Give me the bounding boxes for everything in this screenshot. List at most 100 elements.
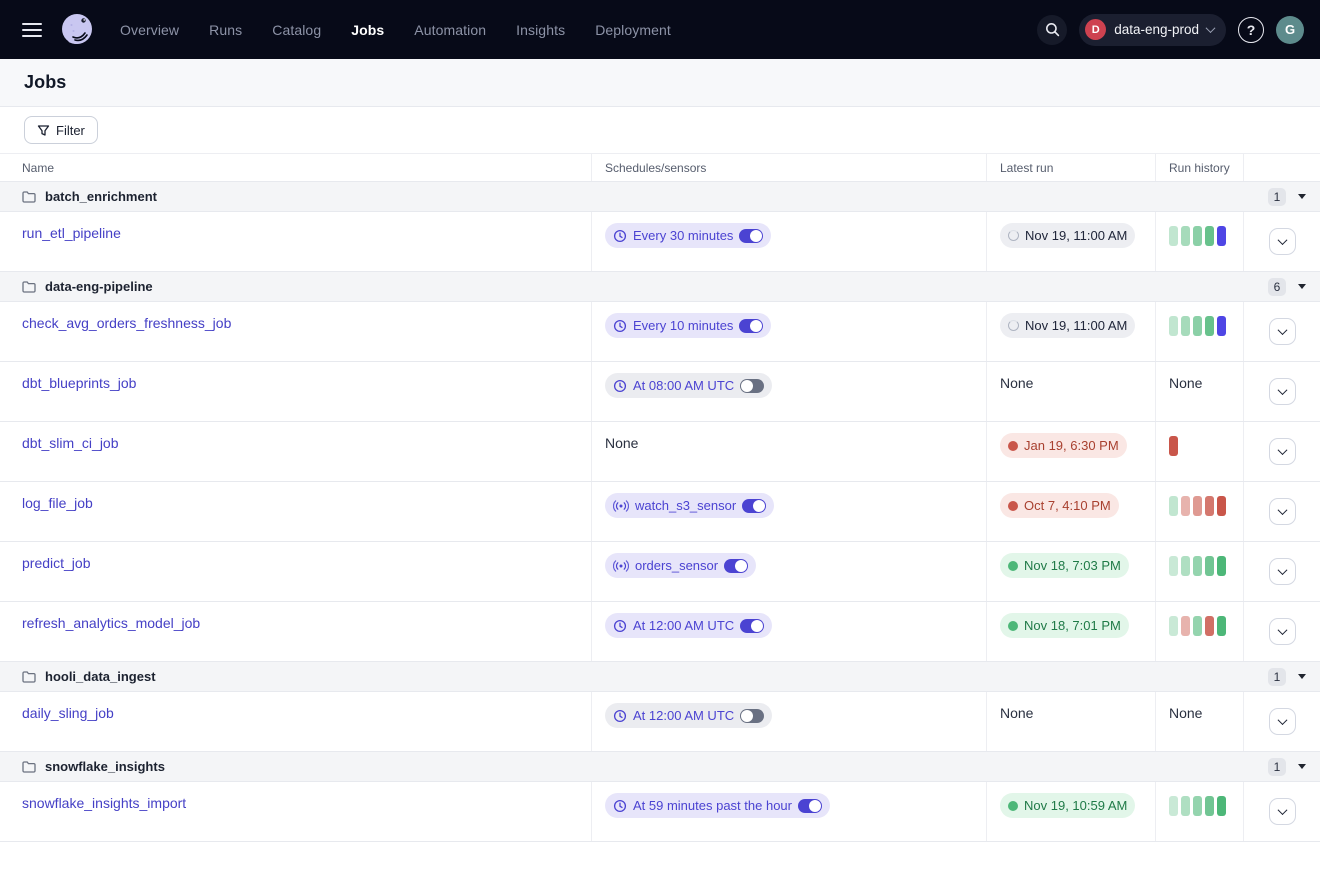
run-history-bar-success[interactable] — [1193, 316, 1202, 336]
run-history-bar-failure[interactable] — [1181, 616, 1190, 636]
menu-icon[interactable] — [22, 23, 42, 37]
run-history-bar-success[interactable] — [1169, 496, 1178, 516]
expand-row-button[interactable] — [1269, 438, 1296, 465]
deployment-switcher[interactable]: D data-eng-prod — [1079, 14, 1226, 46]
schedule-toggle[interactable] — [740, 619, 764, 633]
run-history-bar-success[interactable] — [1181, 316, 1190, 336]
schedule-toggle[interactable] — [740, 379, 764, 393]
deployment-initial-badge: D — [1085, 19, 1106, 40]
run-history-bar-success[interactable] — [1169, 556, 1178, 576]
filter-button[interactable]: Filter — [24, 116, 98, 144]
sensor-toggle[interactable] — [742, 499, 766, 513]
sensor-pill[interactable]: watch_s3_sensor — [605, 493, 774, 518]
expand-row-button[interactable] — [1269, 558, 1296, 585]
nav-item-overview[interactable]: Overview — [120, 22, 179, 38]
run-history-bar-success[interactable] — [1169, 616, 1178, 636]
run-history-bar-success[interactable] — [1169, 316, 1178, 336]
expand-row-button[interactable] — [1269, 798, 1296, 825]
sensor-icon — [613, 500, 629, 512]
nav-item-automation[interactable]: Automation — [414, 22, 486, 38]
job-link[interactable]: log_file_job — [22, 495, 93, 511]
group-collapse-caret-icon[interactable] — [1298, 674, 1306, 679]
schedule-pill[interactable]: Every 30 minutes — [605, 223, 771, 248]
expand-row-button[interactable] — [1269, 708, 1296, 735]
run-history-bar-success[interactable] — [1181, 556, 1190, 576]
run-history-bar-success[interactable] — [1217, 796, 1226, 816]
run-history-bar-success[interactable] — [1181, 226, 1190, 246]
latest-run-pill[interactable]: Nov 19, 11:00 AM — [1000, 313, 1135, 338]
schedule-pill[interactable]: At 12:00 AM UTC — [605, 613, 772, 638]
schedule-pill[interactable]: Every 10 minutes — [605, 313, 771, 338]
run-history-bar-failure[interactable] — [1193, 496, 1202, 516]
latest-run-pill[interactable]: Nov 18, 7:03 PM — [1000, 553, 1129, 578]
group-row-snowflake_insights[interactable]: snowflake_insights1 — [0, 752, 1320, 782]
run-history-bar-failure[interactable] — [1181, 496, 1190, 516]
expand-row-button[interactable] — [1269, 228, 1296, 255]
job-link[interactable]: dbt_blueprints_job — [22, 375, 136, 391]
expand-row-button[interactable] — [1269, 378, 1296, 405]
group-collapse-caret-icon[interactable] — [1298, 284, 1306, 289]
job-link[interactable]: daily_sling_job — [22, 705, 114, 721]
run-history-bar-success[interactable] — [1205, 226, 1214, 246]
job-link[interactable]: dbt_slim_ci_job — [22, 435, 119, 451]
search-button[interactable] — [1037, 15, 1067, 45]
group-collapse-caret-icon[interactable] — [1298, 764, 1306, 769]
run-history-bar-success[interactable] — [1181, 796, 1190, 816]
group-row-hooli_data_ingest[interactable]: hooli_data_ingest1 — [0, 662, 1320, 692]
schedule-toggle[interactable] — [739, 229, 763, 243]
sensor-pill[interactable]: orders_sensor — [605, 553, 756, 578]
schedules-cell: At 12:00 AM UTC — [591, 692, 986, 751]
run-history-bar-in_progress[interactable] — [1217, 226, 1226, 246]
schedule-pill[interactable]: At 59 minutes past the hour — [605, 793, 830, 818]
schedule-toggle[interactable] — [798, 799, 822, 813]
run-history-bar-success[interactable] — [1217, 616, 1226, 636]
latest-run-pill[interactable]: Nov 18, 7:01 PM — [1000, 613, 1129, 638]
run-history-bar-in_progress[interactable] — [1217, 316, 1226, 336]
avatar[interactable]: G — [1276, 16, 1304, 44]
job-link[interactable]: snowflake_insights_import — [22, 795, 186, 811]
run-history-bar-failure[interactable] — [1205, 496, 1214, 516]
group-row-data-eng-pipeline[interactable]: data-eng-pipeline6 — [0, 272, 1320, 302]
nav-item-catalog[interactable]: Catalog — [272, 22, 321, 38]
run-history-bar-success[interactable] — [1217, 556, 1226, 576]
success-dot-icon — [1008, 621, 1018, 631]
job-link[interactable]: refresh_analytics_model_job — [22, 615, 200, 631]
job-link[interactable]: run_etl_pipeline — [22, 225, 121, 241]
job-link[interactable]: check_avg_orders_freshness_job — [22, 315, 231, 331]
run-history-bar-success[interactable] — [1169, 796, 1178, 816]
nav-item-deployment[interactable]: Deployment — [595, 22, 671, 38]
expand-row-button[interactable] — [1269, 318, 1296, 345]
latest-run-pill[interactable]: Nov 19, 11:00 AM — [1000, 223, 1135, 248]
run-history-bar-success[interactable] — [1193, 226, 1202, 246]
run-history-bar-success[interactable] — [1205, 556, 1214, 576]
run-history-bar-success[interactable] — [1205, 316, 1214, 336]
schedule-pill[interactable]: At 12:00 AM UTC — [605, 703, 772, 728]
schedule-toggle[interactable] — [739, 319, 763, 333]
schedule-toggle[interactable] — [740, 709, 764, 723]
run-history-bar-success[interactable] — [1193, 796, 1202, 816]
latest-run-pill[interactable]: Jan 19, 6:30 PM — [1000, 433, 1127, 458]
dagster-logo-icon[interactable] — [58, 11, 96, 49]
nav-item-jobs[interactable]: Jobs — [351, 22, 384, 38]
latest-run-pill[interactable]: Nov 19, 10:59 AM — [1000, 793, 1135, 818]
help-button[interactable]: ? — [1238, 17, 1264, 43]
expand-row-button[interactable] — [1269, 498, 1296, 525]
nav-item-runs[interactable]: Runs — [209, 22, 242, 38]
run-history-bar-success[interactable] — [1169, 226, 1178, 246]
latest-run-pill[interactable]: Oct 7, 4:10 PM — [1000, 493, 1119, 518]
schedule-pill[interactable]: At 08:00 AM UTC — [605, 373, 772, 398]
sensor-toggle[interactable] — [724, 559, 748, 573]
group-row-batch_enrichment[interactable]: batch_enrichment1 — [0, 182, 1320, 212]
schedules-cell: None — [591, 422, 986, 481]
run-history-bar-success[interactable] — [1193, 616, 1202, 636]
job-link[interactable]: predict_job — [22, 555, 91, 571]
run-history-bar-failure[interactable] — [1205, 616, 1214, 636]
run-history-bar-failure[interactable] — [1217, 496, 1226, 516]
expand-row-button[interactable] — [1269, 618, 1296, 645]
group-collapse-caret-icon[interactable] — [1298, 194, 1306, 199]
nav-item-insights[interactable]: Insights — [516, 22, 565, 38]
latest-run-cell: Nov 19, 10:59 AM — [986, 782, 1155, 841]
run-history-bar-success[interactable] — [1205, 796, 1214, 816]
run-history-bar-failure[interactable] — [1169, 436, 1178, 456]
run-history-bar-success[interactable] — [1193, 556, 1202, 576]
